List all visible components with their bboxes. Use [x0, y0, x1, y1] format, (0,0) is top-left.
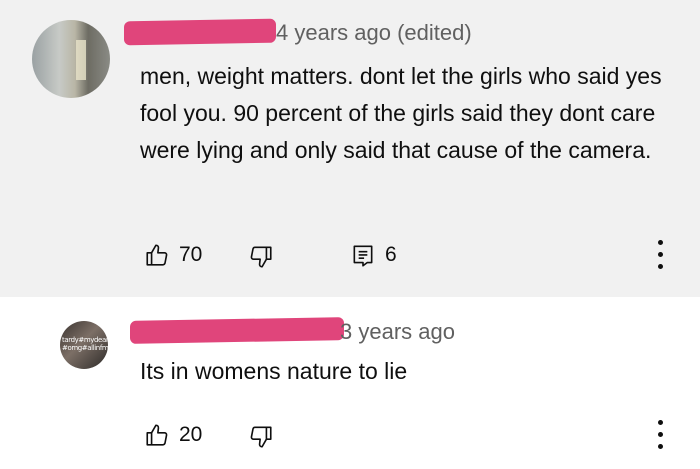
thumbs-up-icon[interactable] [144, 422, 170, 448]
like-count: 20 [179, 423, 203, 446]
user-avatar[interactable] [32, 20, 110, 98]
redacted-username [130, 317, 344, 344]
comment-timestamp[interactable]: 3 years ago [340, 319, 455, 345]
comment-actions: 70 6 [0, 236, 700, 276]
avatar-image-detail [76, 40, 86, 80]
thumbs-down-icon[interactable] [248, 244, 274, 270]
comment-text: men, weight matters. dont let the girls … [140, 63, 662, 163]
thumbs-up-icon[interactable] [144, 242, 170, 268]
like-count: 70 [179, 243, 203, 266]
more-options-icon[interactable] [656, 240, 664, 270]
more-options-icon[interactable] [656, 420, 664, 450]
reply-icon[interactable] [350, 243, 376, 269]
comment-timestamp[interactable]: 4 years ago (edited) [276, 20, 472, 46]
avatar-text: tardy#mydear #omg#allinfm [62, 336, 108, 352]
user-avatar[interactable]: tardy#mydear #omg#allinfm [60, 321, 108, 369]
thumbs-down-icon[interactable] [248, 424, 274, 450]
comment: 4 years ago (edited) men, weight matters… [0, 0, 700, 297]
redacted-username [124, 18, 276, 46]
comment-actions: 20 [0, 420, 700, 460]
comment-text: Its in womens nature to lie [140, 358, 408, 384]
comment: tardy#mydear #omg#allinfm 3 years ago Its… [0, 297, 700, 469]
reply-count[interactable]: 6 [385, 243, 397, 267]
